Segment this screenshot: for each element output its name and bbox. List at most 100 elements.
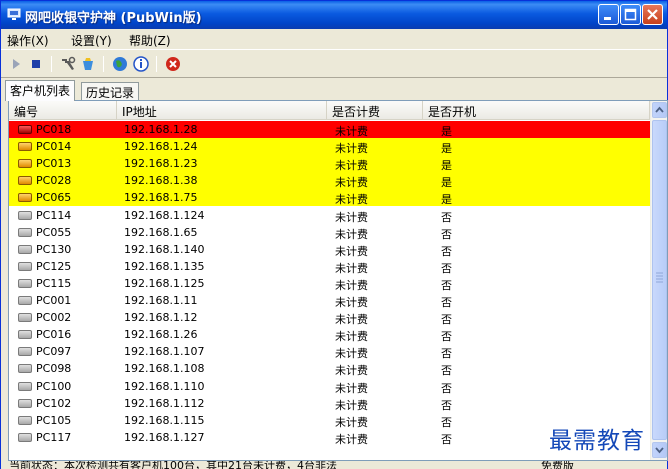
close-icon: [647, 9, 658, 20]
cell-ip: 192.168.1.11: [124, 294, 198, 307]
toolbar-separator: [156, 56, 157, 72]
globe-icon[interactable]: [111, 55, 129, 73]
info-icon[interactable]: [132, 55, 150, 73]
cell-powered: 否: [441, 261, 452, 275]
play-icon[interactable]: [7, 55, 25, 73]
stop-icon[interactable]: [27, 55, 45, 73]
cell-powered: 是: [441, 176, 452, 190]
cell-id: PC115: [36, 276, 72, 290]
minimize-icon: [604, 17, 611, 20]
cell-billing: 未计费: [335, 398, 368, 412]
scroll-down-button[interactable]: [652, 442, 667, 458]
table-row[interactable]: PC130 192.168.1.140 未计费 否: [9, 241, 650, 258]
tab-history[interactable]: 历史记录: [81, 82, 140, 100]
table-row[interactable]: PC100 192.168.1.110 未计费 否: [9, 378, 650, 395]
table-row[interactable]: PC115 192.168.1.125 未计费 否: [9, 275, 650, 292]
cell-id: PC102: [36, 396, 72, 410]
cell-powered: 否: [441, 330, 452, 344]
column-header-ip[interactable]: IP地址: [117, 101, 327, 120]
table-row[interactable]: PC014 192.168.1.24 未计费 是: [9, 138, 650, 156]
computer-status-icon: [18, 415, 32, 425]
column-header-billing[interactable]: 是否计费: [327, 101, 423, 120]
cell-ip: 192.168.1.112: [124, 396, 205, 410]
cell-powered: 否: [441, 415, 452, 429]
vertical-scrollbar[interactable]: [650, 101, 667, 460]
computer-status-icon: [18, 142, 32, 152]
tab-client-list[interactable]: 客户机列表: [5, 80, 76, 101]
chevron-down-icon: [655, 447, 664, 454]
cell-powered: 否: [441, 227, 452, 241]
table-row[interactable]: PC002 192.168.1.12 未计费 否: [9, 309, 650, 326]
column-header-id[interactable]: 编号: [9, 101, 117, 120]
scroll-thumb[interactable]: [652, 120, 667, 440]
cell-ip: 192.168.1.135: [124, 259, 205, 273]
cell-ip: 192.168.1.26: [124, 328, 198, 342]
cell-powered: 否: [441, 347, 452, 361]
cleanup-icon[interactable]: [79, 55, 97, 73]
cell-ip: 192.168.1.75: [124, 191, 198, 205]
table-row[interactable]: PC114 192.168.1.124 未计费 否: [9, 207, 650, 224]
cell-billing: 未计费: [335, 125, 368, 138]
table-row[interactable]: PC013 192.168.1.23 未计费 是: [9, 155, 650, 173]
computer-status-icon: [18, 176, 32, 186]
cell-powered: 否: [441, 398, 452, 412]
table-row[interactable]: PC001 192.168.1.11 未计费 否: [9, 292, 650, 309]
cell-powered: 是: [441, 125, 452, 138]
cell-billing: 未计费: [335, 330, 368, 344]
column-header-powered[interactable]: 是否开机: [423, 101, 650, 120]
close-circle-icon[interactable]: [164, 55, 182, 73]
maximize-button[interactable]: [620, 4, 641, 25]
table-row[interactable]: PC065 192.168.1.75 未计费 是: [9, 189, 650, 207]
title-bar[interactable]: 网吧收银守护神 (PubWin版): [1, 1, 667, 29]
table-row[interactable]: PC102 192.168.1.112 未计费 否: [9, 395, 650, 412]
computer-status-icon: [18, 210, 32, 220]
cell-billing: 未计费: [335, 261, 368, 275]
minimize-button[interactable]: [598, 4, 619, 25]
table-row[interactable]: PC097 192.168.1.107 未计费 否: [9, 343, 650, 360]
cell-billing: 未计费: [335, 142, 368, 156]
cell-billing: 未计费: [335, 159, 368, 173]
status-bar: 当前状态：本次检测共有客户机100台，其中21台未计费，4台非法 免费版: [1, 461, 667, 469]
menu-operation[interactable]: 操作(X): [7, 32, 49, 49]
table-row[interactable]: PC016 192.168.1.26 未计费 否: [9, 326, 650, 343]
computer-status-icon: [18, 330, 32, 340]
cell-id: PC097: [36, 345, 72, 359]
cell-id: PC014: [36, 140, 72, 154]
cell-id: PC001: [36, 294, 72, 307]
table-row[interactable]: PC028 192.168.1.38 未计费 是: [9, 172, 650, 190]
menu-bar: 操作(X) 设置(Y) 帮助(Z): [1, 29, 667, 50]
cell-billing: 未计费: [335, 227, 368, 241]
computer-status-icon: [18, 381, 32, 391]
cell-powered: 否: [441, 432, 452, 446]
computer-status-icon: [18, 296, 32, 305]
grip-icon: [656, 272, 663, 283]
cell-id: PC098: [36, 362, 72, 376]
cell-billing: 未计费: [335, 278, 368, 292]
cell-billing: 未计费: [335, 244, 368, 258]
cell-powered: 是: [441, 159, 452, 173]
table-row[interactable]: PC055 192.168.1.65 未计费 否: [9, 224, 650, 241]
cell-ip: 192.168.1.140: [124, 242, 205, 256]
cell-ip: 192.168.1.24: [124, 140, 198, 154]
table-row[interactable]: PC018 192.168.1.28 未计费 是: [9, 121, 650, 138]
table-row[interactable]: PC125 192.168.1.135 未计费 否: [9, 258, 650, 275]
cell-id: PC105: [36, 413, 72, 427]
cell-powered: 否: [441, 278, 452, 292]
cell-billing: 未计费: [335, 210, 368, 224]
cell-id: PC055: [36, 225, 72, 239]
menu-help[interactable]: 帮助(Z): [129, 32, 171, 49]
cell-id: PC125: [36, 259, 72, 273]
cell-billing: 未计费: [335, 313, 368, 327]
menu-settings[interactable]: 设置(Y): [71, 32, 112, 49]
cell-powered: 否: [441, 210, 452, 224]
tools-icon[interactable]: [59, 55, 77, 73]
chevron-up-icon: [655, 106, 664, 113]
cell-ip: 192.168.1.108: [124, 362, 205, 376]
table-header: 编号 IP地址 是否计费 是否开机: [9, 101, 650, 120]
computer-status-icon: [18, 432, 32, 442]
table-row[interactable]: PC098 192.168.1.108 未计费 否: [9, 360, 650, 377]
toolbar-separator: [103, 56, 104, 72]
cell-billing: 未计费: [335, 415, 368, 429]
scroll-up-button[interactable]: [652, 102, 667, 118]
close-button[interactable]: [642, 4, 663, 25]
